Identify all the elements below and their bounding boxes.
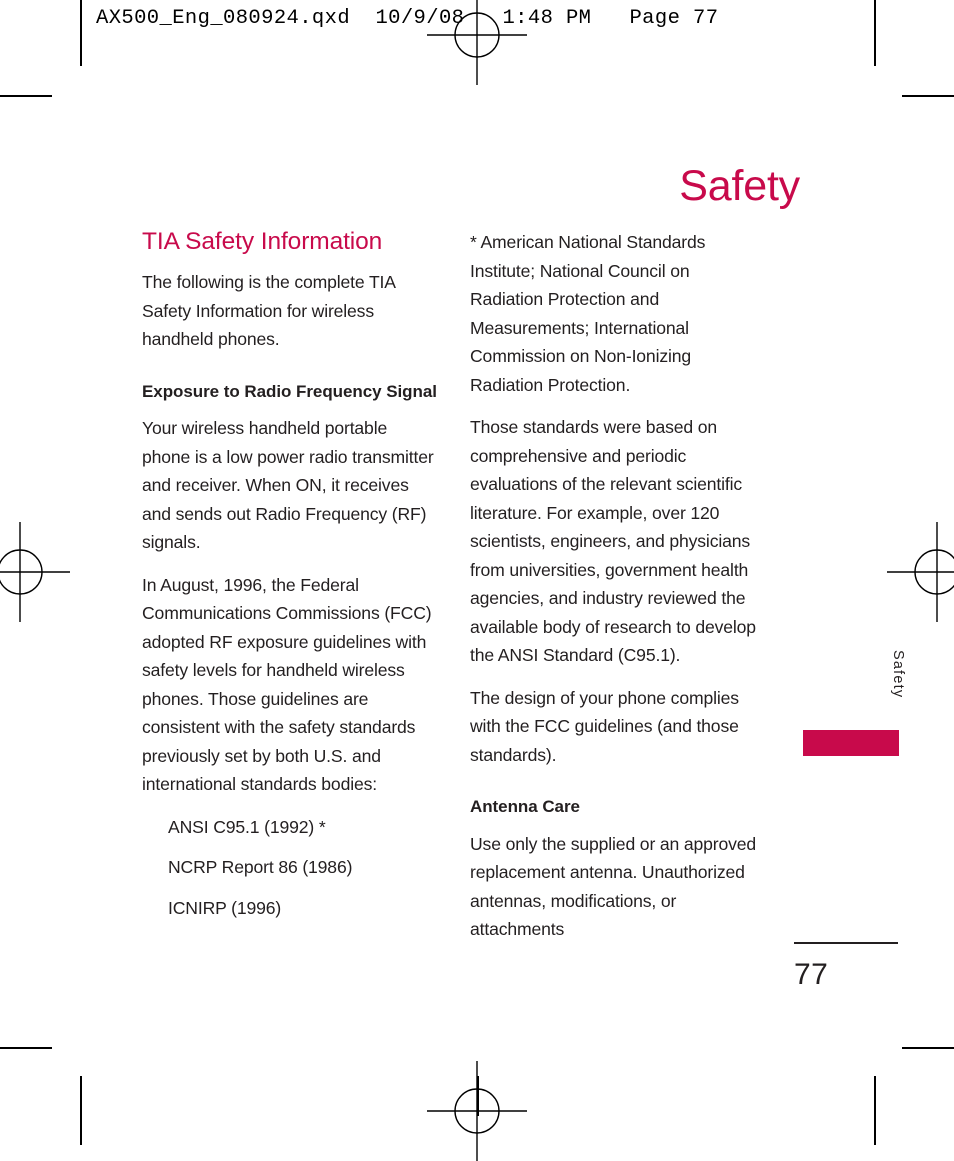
paragraph-ansi-standard-basis: Those standards were based on comprehens… — [470, 417, 756, 665]
page-number: 77 — [794, 958, 829, 991]
crop-mark-top-left-vertical — [80, 0, 82, 66]
left-text-column: TIA Safety Information The following is … — [142, 228, 438, 934]
list-item: ICNIRP (1996) — [168, 897, 282, 918]
list-item: ANSI C95.1 (1992) * — [168, 816, 326, 837]
crop-mark-top-right-vertical — [874, 0, 876, 66]
paragraph-tia-intro: The following is the complete TIA Safety… — [142, 272, 395, 350]
folio-divider-rule — [794, 942, 898, 944]
sub-heading-exposure-to-radio-frequency-signal: Exposure to Radio Frequency Signal — [142, 381, 437, 401]
paragraph-phone-design-compliance: The design of your phone complies with t… — [470, 687, 739, 765]
registration-mark-left-center — [0, 522, 70, 622]
prepress-header-text: AX500_Eng_080924.qxd 10/9/08 1:48 PM Pag… — [96, 7, 719, 30]
paragraph-antenna-care-body: Use only the supplied or an approved rep… — [470, 833, 757, 940]
sub-heading-antenna-care: Antenna Care — [470, 797, 580, 816]
right-text-column: * American National Standards Institute;… — [470, 228, 766, 958]
crop-mark-bottom-left-horizontal — [0, 1047, 52, 1049]
crop-mark-bottom-right-vertical — [874, 1076, 876, 1145]
crop-mark-top-left-horizontal — [0, 95, 52, 97]
registration-mark-right-center — [887, 522, 954, 622]
side-tab-chapter-label: Safety — [890, 650, 906, 699]
crop-mark-bottom-right-horizontal — [902, 1047, 954, 1049]
crop-mark-bottom-left-vertical — [80, 1076, 82, 1145]
page-title: Safety — [679, 161, 800, 210]
paragraph-fcc-guidelines: In August, 1996, the Federal Communicati… — [142, 574, 432, 795]
side-tab-color-bar — [803, 730, 899, 756]
paragraph-rf-transmitter: Your wireless handheld portable phone is… — [142, 418, 434, 553]
paragraph-standards-footnote: * American National Standards Institute;… — [470, 232, 706, 395]
crop-mark-top-right-horizontal — [902, 95, 954, 97]
list-item: NCRP Report 86 (1986) — [168, 857, 353, 878]
crop-mark-bottom-center-vertical — [477, 1076, 479, 1116]
standards-list: ANSI C95.1 (1992) * NCRP Report 86 (1986… — [142, 813, 438, 923]
section-heading-tia-safety-information: TIA Safety Information — [142, 228, 383, 255]
